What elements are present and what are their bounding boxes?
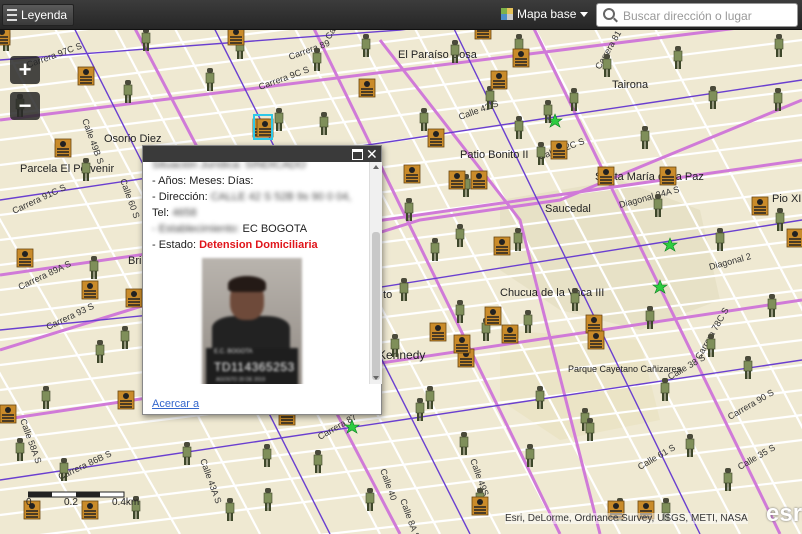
basemap-label: Mapa base xyxy=(517,7,577,21)
close-icon[interactable]: ✕ xyxy=(366,146,378,162)
establishment-line: - Establecimiento: EC BOGOTA xyxy=(152,223,307,235)
inmate-marker[interactable] xyxy=(470,170,488,190)
inmate-marker[interactable] xyxy=(550,140,568,160)
scale-tick: 0.4km xyxy=(112,497,140,508)
map-label: Pio XII xyxy=(772,193,802,205)
popup-scrollbar[interactable] xyxy=(369,162,382,384)
inmate-marker[interactable] xyxy=(81,500,99,520)
inmate-marker[interactable] xyxy=(429,322,447,342)
inmate-marker[interactable] xyxy=(448,170,466,190)
inmate-marker[interactable] xyxy=(427,128,445,148)
map-label: Bri xyxy=(128,255,141,267)
inmate-marker[interactable] xyxy=(0,404,17,424)
inmate-marker[interactable] xyxy=(403,164,421,184)
sentence-line: - Años: Meses: Días: xyxy=(152,175,254,187)
inmate-photo: E.C. BOGOTA TD114365253 AGOSTO 20 DE 201… xyxy=(202,258,302,384)
maximize-icon[interactable] xyxy=(352,149,363,160)
list-icon xyxy=(7,9,17,21)
attribution: Esri, DeLorme, Ordnance Survey, USGS, ME… xyxy=(505,513,748,524)
inmate-marker[interactable] xyxy=(490,70,508,90)
map-label: Saucedal xyxy=(545,203,591,215)
legal-status-line: Situación Jurídica: SINDICADO xyxy=(152,162,307,171)
inmate-marker[interactable] xyxy=(256,118,274,138)
establishment-value: EC BOGOTA xyxy=(242,223,308,235)
status-line: - Estado: Detension Domiciliaria xyxy=(152,239,318,251)
esri-logo: esri xyxy=(766,500,802,527)
scale-tick: 0.2 xyxy=(64,497,78,508)
map-label: Parcela El Porvenir xyxy=(20,163,114,175)
phone-label: Tel: xyxy=(152,207,173,219)
board-date: AGOSTO 20 DE 2019 xyxy=(216,377,266,383)
inmate-marker[interactable] xyxy=(484,306,502,326)
phone-value: 4658 xyxy=(172,207,197,219)
map-label: Kennedy xyxy=(378,348,425,362)
zoom-to-link[interactable]: Acercar a xyxy=(152,398,199,410)
inmate-marker[interactable] xyxy=(587,330,605,350)
status-value: Detension Domiciliaria xyxy=(199,239,318,251)
address-label: - Dirección: xyxy=(152,191,211,203)
board-header: E.C. BOGOTA xyxy=(214,349,253,355)
board-number: TD114365253 xyxy=(214,360,295,374)
inmate-marker[interactable] xyxy=(77,66,95,86)
legend-button[interactable]: Leyenda xyxy=(2,4,75,26)
basemap-grid-icon xyxy=(501,8,513,20)
inmate-marker[interactable] xyxy=(358,78,376,98)
address-line: - Dirección: CALLE 42 S 52B 9s 90 0 04, xyxy=(152,191,351,203)
toolbar: Leyenda Mapa base xyxy=(0,0,802,30)
inmate-marker[interactable] xyxy=(54,138,72,158)
inmate-marker[interactable] xyxy=(471,496,489,516)
inmate-marker[interactable] xyxy=(659,166,677,186)
scroll-up-icon[interactable] xyxy=(373,165,379,169)
map-label: Tairona xyxy=(612,79,649,91)
chevron-down-icon xyxy=(580,11,589,17)
inmate-marker[interactable] xyxy=(585,314,603,334)
popup-header: ✕ xyxy=(143,146,381,162)
map-label: Osorio Diez xyxy=(104,133,161,145)
map-label: El Paraíso Bosa xyxy=(398,49,478,61)
establishment-label: - Establecimiento: xyxy=(152,223,243,235)
basemap-button[interactable]: Mapa base xyxy=(501,5,589,23)
inmate-marker[interactable] xyxy=(512,48,530,68)
inmate-marker[interactable] xyxy=(117,390,135,410)
inmate-marker[interactable] xyxy=(16,248,34,268)
inmate-marker[interactable] xyxy=(453,334,471,354)
map-label: Chucua de la Vaca III xyxy=(500,287,604,299)
popup-content: Situación Jurídica: SINDICADO - Años: Me… xyxy=(143,162,369,384)
search-icon xyxy=(603,8,615,20)
scale-tick: 0 xyxy=(26,497,32,508)
inmate-marker[interactable] xyxy=(597,166,615,186)
search-box[interactable] xyxy=(596,3,798,27)
scroll-down-icon[interactable] xyxy=(373,376,379,380)
inmate-marker[interactable] xyxy=(81,280,99,300)
zoom-out-button[interactable]: − xyxy=(10,92,40,120)
inmate-marker[interactable] xyxy=(786,228,802,248)
address-value: CALLE 42 S 52B 9s 90 0 04, xyxy=(210,191,352,203)
street-map[interactable]: El Paraíso Bosa Tairona Osorio Diez Parc… xyxy=(0,0,802,534)
inmate-marker[interactable] xyxy=(751,196,769,216)
scroll-thumb[interactable] xyxy=(372,232,380,380)
inmate-marker[interactable] xyxy=(125,288,143,308)
inmate-marker[interactable] xyxy=(493,236,511,256)
search-input[interactable] xyxy=(621,6,795,25)
map-label: Parque Cayetano Cañizares xyxy=(568,364,682,374)
phone-line: Tel: 4658 xyxy=(152,207,197,219)
map-label: Patio Bonito II xyxy=(460,149,529,161)
inmate-marker[interactable] xyxy=(501,324,519,344)
status-label: - Estado: xyxy=(152,239,200,251)
legend-label: Leyenda xyxy=(21,8,68,22)
info-popup: ✕ Situación Jurídica: SINDICADO - Años: … xyxy=(142,145,382,415)
zoom-in-button[interactable]: + xyxy=(10,56,40,84)
